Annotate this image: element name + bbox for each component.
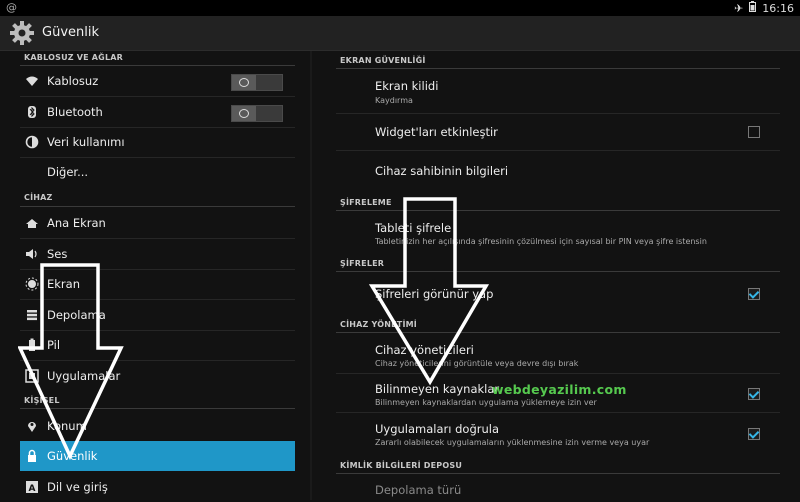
item-subtitle: Kaydırma <box>375 96 413 105</box>
item-title: Uygulamaları doğrula <box>375 422 500 436</box>
toggle-knob <box>232 106 256 121</box>
action-bar: Güvenlik <box>0 16 800 51</box>
sidebar-item-label: Diğer... <box>47 165 89 179</box>
widgets-item[interactable]: Widget'ları etkinleştir <box>336 114 780 149</box>
wifi-toggle[interactable] <box>231 74 283 91</box>
sidebar-item-label: Veri kullanımı <box>47 135 125 149</box>
widgets-checkbox[interactable] <box>748 126 760 138</box>
status-bar: @ ✈ 16:16 <box>0 0 800 16</box>
svg-text:A: A <box>29 484 36 494</box>
sidebar-item-data-usage[interactable]: Veri kullanımı <box>20 127 295 157</box>
sidebar-item-home[interactable]: Ana Ekran <box>20 208 295 238</box>
down-arrow-icon <box>18 263 124 460</box>
section-header-wireless: KABLOSUZ VE AĞLAR <box>24 53 123 62</box>
sidebar-item-wifi[interactable]: Kablosuz <box>20 66 295 96</box>
sidebar-item-more[interactable]: Diğer... <box>20 157 295 187</box>
clock: 16:16 <box>762 1 794 15</box>
sidebar-item-label: Bluetooth <box>47 105 103 119</box>
section-header-credential-storage: KİMLİK BİLGİLERİ DEPOSU <box>340 461 463 470</box>
item-title: Widget'ları etkinleştir <box>375 125 498 139</box>
section-header-device: CİHAZ <box>24 193 53 202</box>
item-subtitle: Zararlı olabilecek uygulamaların yüklenm… <box>375 438 650 447</box>
language-icon: A <box>25 480 39 494</box>
item-title: Depolama türü <box>375 483 462 497</box>
bluetooth-toggle[interactable] <box>231 105 283 122</box>
sidebar-item-label: Dil ve giriş <box>47 480 108 494</box>
status-right: ✈ 16:16 <box>734 1 794 15</box>
airplane-icon: ✈ <box>734 1 744 15</box>
down-arrow-icon <box>368 197 490 386</box>
sidebar-item-bluetooth[interactable]: Bluetooth <box>20 97 295 127</box>
sidebar-item-label: Kablosuz <box>47 74 99 88</box>
item-subtitle: Bilinmeyen kaynaklardan uygulama yükleme… <box>375 398 597 407</box>
sidebar-item-language[interactable]: A Dil ve giriş <box>20 472 295 502</box>
verify-apps-checkbox[interactable] <box>748 428 760 440</box>
item-title: Ekran kilidi <box>375 79 439 93</box>
toggle-knob <box>232 75 256 90</box>
wifi-icon <box>25 74 39 88</box>
sound-icon <box>25 247 39 261</box>
bluetooth-icon <box>25 105 39 119</box>
gear-icon[interactable] <box>9 20 35 46</box>
watermark-text: webdeyazilim.com <box>492 382 627 397</box>
home-icon <box>25 216 39 230</box>
show-passwords-checkbox[interactable] <box>748 288 760 300</box>
storage-type-item[interactable]: Depolama türü <box>336 474 780 500</box>
owner-info-item[interactable]: Cihaz sahibinin bilgileri <box>336 151 780 189</box>
page-title: Güvenlik <box>42 25 99 40</box>
unknown-sources-checkbox[interactable] <box>748 388 760 400</box>
battery-icon <box>749 1 757 15</box>
notification-icon: @ <box>6 1 17 14</box>
sidebar-item-label: Ses <box>47 247 68 261</box>
sidebar-item-label: Ana Ekran <box>47 216 106 230</box>
divider <box>20 206 295 207</box>
item-title: Cihaz sahibinin bilgileri <box>375 164 509 178</box>
data-usage-icon <box>25 135 39 149</box>
screen-lock-item[interactable]: Ekran kilidi Kaydırma <box>336 69 780 113</box>
section-header-screen-security: EKRAN GÜVENLİĞİ <box>340 56 426 65</box>
verify-apps-item[interactable]: Uygulamaları doğrula Zararlı olabilecek … <box>336 413 780 453</box>
